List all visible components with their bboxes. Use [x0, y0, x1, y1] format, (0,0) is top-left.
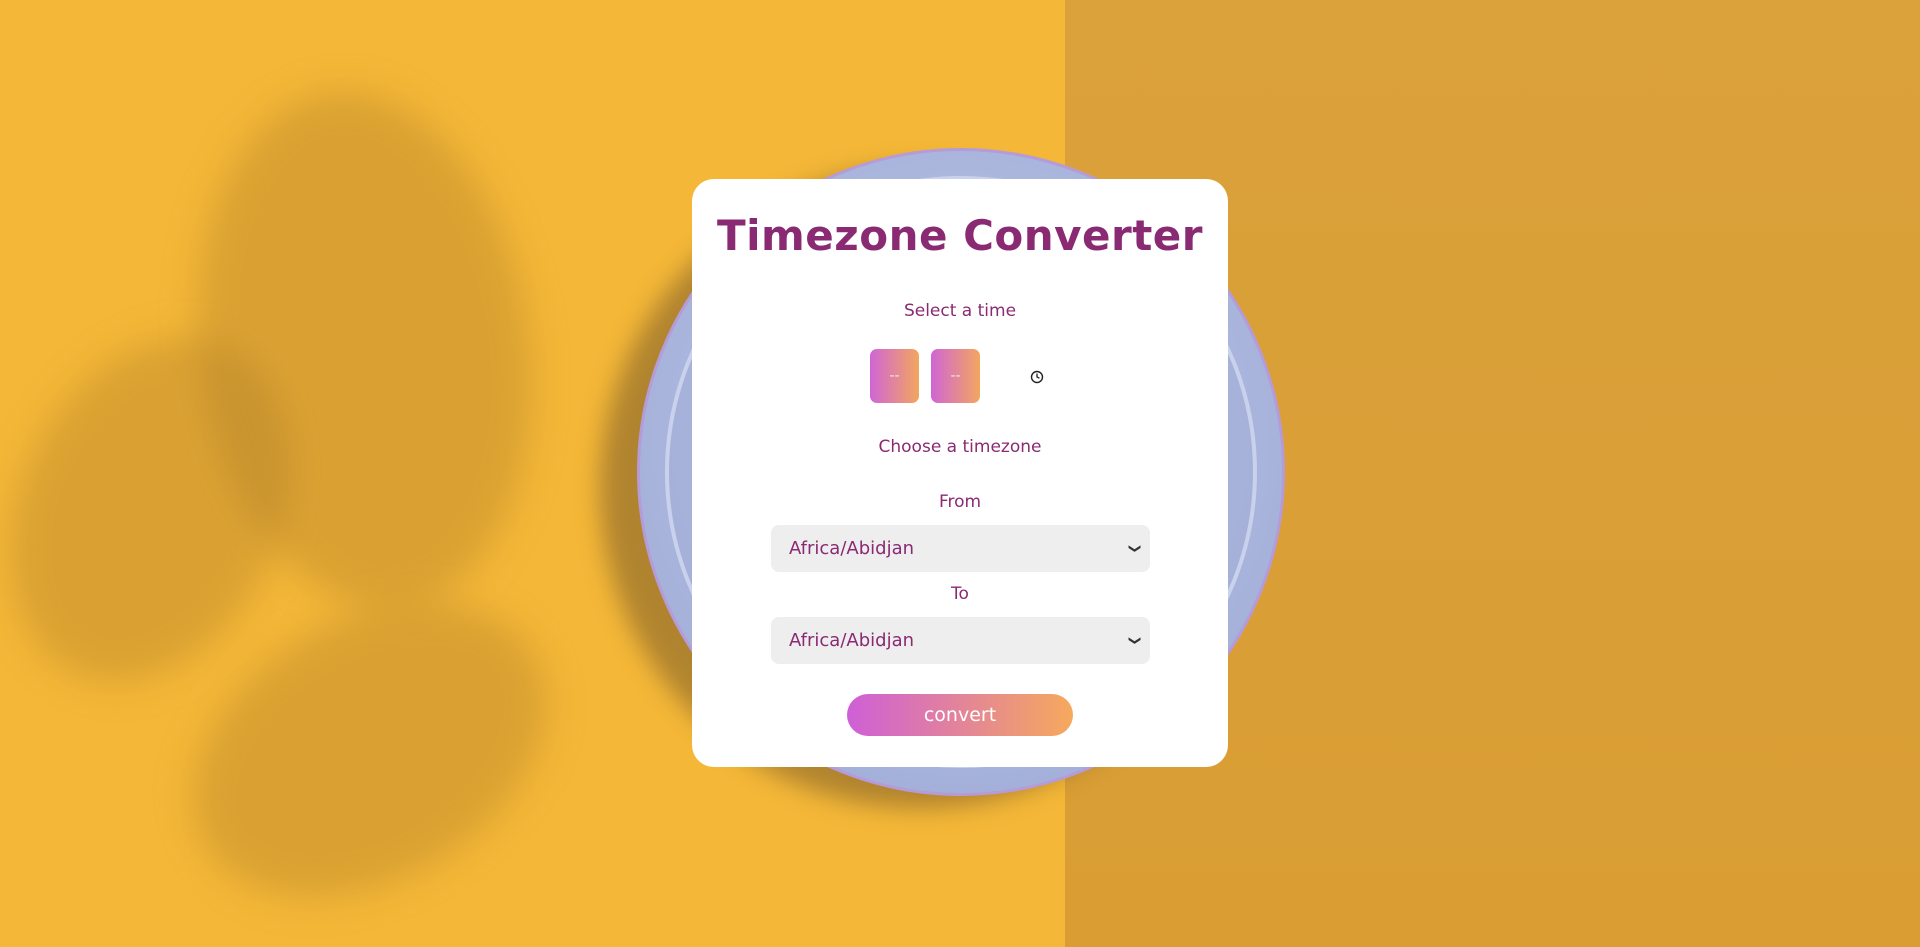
convert-button[interactable]: convert — [847, 694, 1073, 736]
from-label: From — [938, 492, 982, 512]
choose-timezone-label: Choose a timezone — [878, 437, 1042, 457]
clock-icon[interactable] — [1030, 370, 1044, 384]
from-timezone-select[interactable]: Africa/Abidjan ❯ — [771, 525, 1150, 572]
converter-card: Timezone Converter Select a time -- -- C… — [692, 179, 1228, 767]
to-timezone-value: Africa/Abidjan — [789, 630, 915, 651]
to-timezone-select[interactable]: Africa/Abidjan ❯ — [771, 617, 1150, 664]
chevron-down-icon: ❯ — [1128, 543, 1143, 554]
minute-input[interactable]: -- — [931, 349, 980, 403]
select-time-label: Select a time — [903, 301, 1017, 321]
hour-input[interactable]: -- — [870, 349, 919, 403]
to-label: To — [951, 584, 969, 604]
chevron-down-icon: ❯ — [1128, 635, 1143, 646]
page-title: Timezone Converter — [716, 211, 1204, 260]
from-timezone-value: Africa/Abidjan — [789, 538, 915, 559]
